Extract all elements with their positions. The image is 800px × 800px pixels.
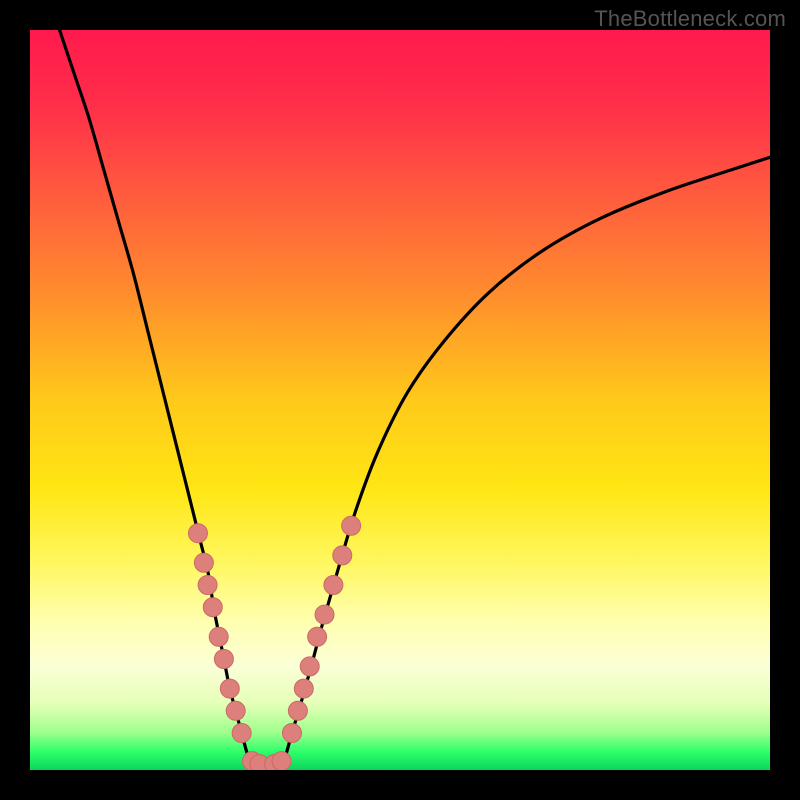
curve-marker [203,598,222,617]
plot-frame [30,30,770,770]
curve-marker [315,605,334,624]
curve-marker [324,576,343,595]
bottleneck-curve [60,30,770,766]
curve-marker [198,576,217,595]
curve-marker [294,679,313,698]
watermark-text: TheBottleneck.com [594,6,786,32]
curve-marker [342,516,361,535]
curve-marker [333,546,352,565]
curve-marker [300,657,319,676]
curve-marker [272,752,291,770]
bottleneck-curve-layer [30,30,770,770]
curve-marker [226,701,245,720]
curve-marker [288,701,307,720]
curve-marker [220,679,239,698]
curve-marker [194,553,213,572]
curve-marker [209,627,228,646]
curve-marker [232,724,251,743]
marker-group [188,516,360,770]
curve-marker [282,724,301,743]
curve-marker [214,650,233,669]
curve-marker [308,627,327,646]
curve-marker [188,524,207,543]
